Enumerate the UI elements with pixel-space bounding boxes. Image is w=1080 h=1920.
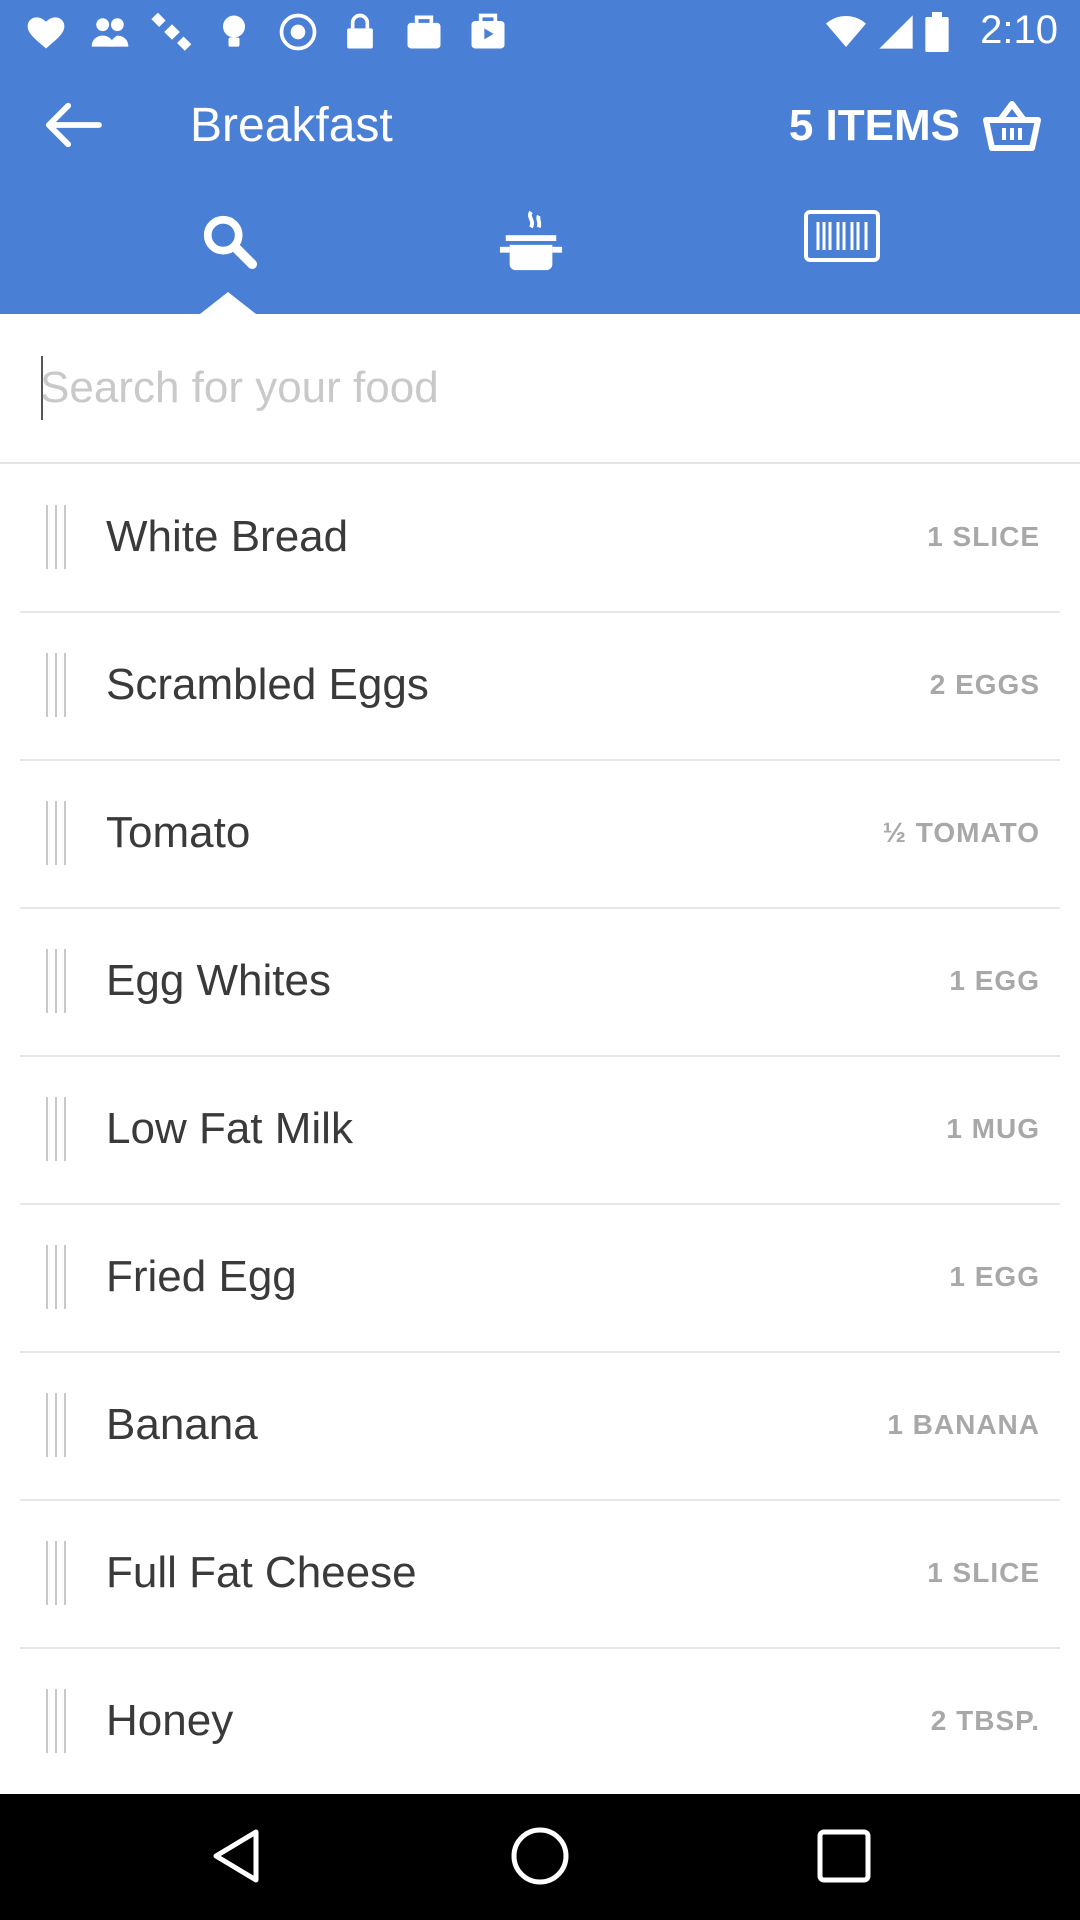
wifi-icon — [826, 16, 866, 47]
drag-handle-icon[interactable] — [46, 653, 74, 717]
list-item[interactable]: Egg Whites 1 EGG — [20, 909, 1060, 1057]
list-item[interactable]: Banana 1 BANANA — [20, 1353, 1060, 1501]
search-bar — [0, 314, 1080, 464]
food-name: Tomato — [106, 808, 251, 857]
battery-icon — [925, 12, 949, 52]
drag-handle-icon[interactable] — [46, 1541, 74, 1605]
text-cursor — [41, 356, 43, 420]
radio-icon — [279, 13, 317, 51]
drag-handle-icon[interactable] — [46, 1245, 74, 1309]
back-arrow-icon[interactable] — [40, 98, 104, 152]
food-quantity: 1 EGG — [949, 965, 1040, 996]
food-quantity: 1 SLICE — [927, 521, 1040, 552]
satellite-icon — [151, 12, 192, 51]
home-nav-icon[interactable] — [508, 1824, 572, 1888]
food-quantity: 1 EGG — [949, 1261, 1040, 1292]
items-count-button[interactable]: 5 ITEMS — [789, 98, 960, 154]
recents-nav-icon[interactable] — [812, 1824, 876, 1888]
food-quantity: 2 TBSP. — [930, 1705, 1040, 1736]
basket-icon[interactable] — [982, 100, 1042, 152]
list-item[interactable]: Honey 2 TBSP. — [20, 1649, 1060, 1795]
drag-handle-icon[interactable] — [46, 949, 74, 1013]
bag-icon — [407, 15, 441, 49]
food-quantity: ½ TOMATO — [882, 817, 1040, 848]
food-quantity: 1 SLICE — [927, 1557, 1040, 1588]
list-item[interactable]: Tomato ½ TOMATO — [20, 761, 1060, 909]
people-icon — [91, 18, 129, 47]
drag-handle-icon[interactable] — [46, 801, 74, 865]
back-nav-icon[interactable] — [204, 1824, 268, 1888]
food-name: Scrambled Eggs — [106, 660, 429, 709]
list-item[interactable]: Full Fat Cheese 1 SLICE — [20, 1501, 1060, 1649]
food-name: Banana — [106, 1400, 258, 1449]
list-item[interactable]: Low Fat Milk 1 MUG — [20, 1057, 1060, 1205]
food-name: Egg Whites — [106, 956, 331, 1005]
food-name: Low Fat Milk — [106, 1104, 353, 1153]
status-bar: 2:10 — [0, 0, 1080, 64]
bulb-icon — [223, 15, 245, 47]
food-list: White Bread 1 SLICE Scrambled Eggs 2 EGG… — [0, 465, 1080, 1795]
drag-handle-icon[interactable] — [46, 505, 74, 569]
food-name: Full Fat Cheese — [106, 1548, 417, 1597]
system-nav-bar — [0, 1794, 1080, 1920]
food-name: Fried Egg — [106, 1252, 297, 1301]
search-tab-icon[interactable] — [200, 206, 258, 276]
heart-icon — [27, 17, 65, 49]
list-item[interactable]: Scrambled Eggs 2 EGGS — [20, 613, 1060, 761]
list-item[interactable]: White Bread 1 SLICE — [20, 465, 1060, 613]
search-input[interactable] — [40, 352, 1040, 424]
food-quantity: 1 MUG — [946, 1113, 1040, 1144]
food-name: White Bread — [106, 512, 349, 561]
drag-handle-icon[interactable] — [46, 1393, 74, 1457]
food-quantity: 2 EGGS — [929, 669, 1040, 700]
food-quantity: 1 BANANA — [887, 1409, 1040, 1440]
list-item[interactable]: Fried Egg 1 EGG — [20, 1205, 1060, 1353]
selected-tab-indicator — [200, 292, 256, 314]
food-name: Honey — [106, 1696, 234, 1745]
pot-tab-icon[interactable] — [498, 206, 564, 276]
app-header: 2:10 Breakfast 5 ITEMS — [0, 0, 1080, 314]
lock-icon — [347, 13, 373, 49]
page-title: Breakfast — [190, 99, 393, 152]
drag-handle-icon[interactable] — [46, 1689, 74, 1753]
drag-handle-icon[interactable] — [46, 1097, 74, 1161]
play-icon — [471, 13, 505, 49]
barcode-tab-icon[interactable] — [804, 210, 880, 262]
signal-icon — [879, 15, 913, 49]
clock: 2:10 — [980, 8, 1058, 52]
